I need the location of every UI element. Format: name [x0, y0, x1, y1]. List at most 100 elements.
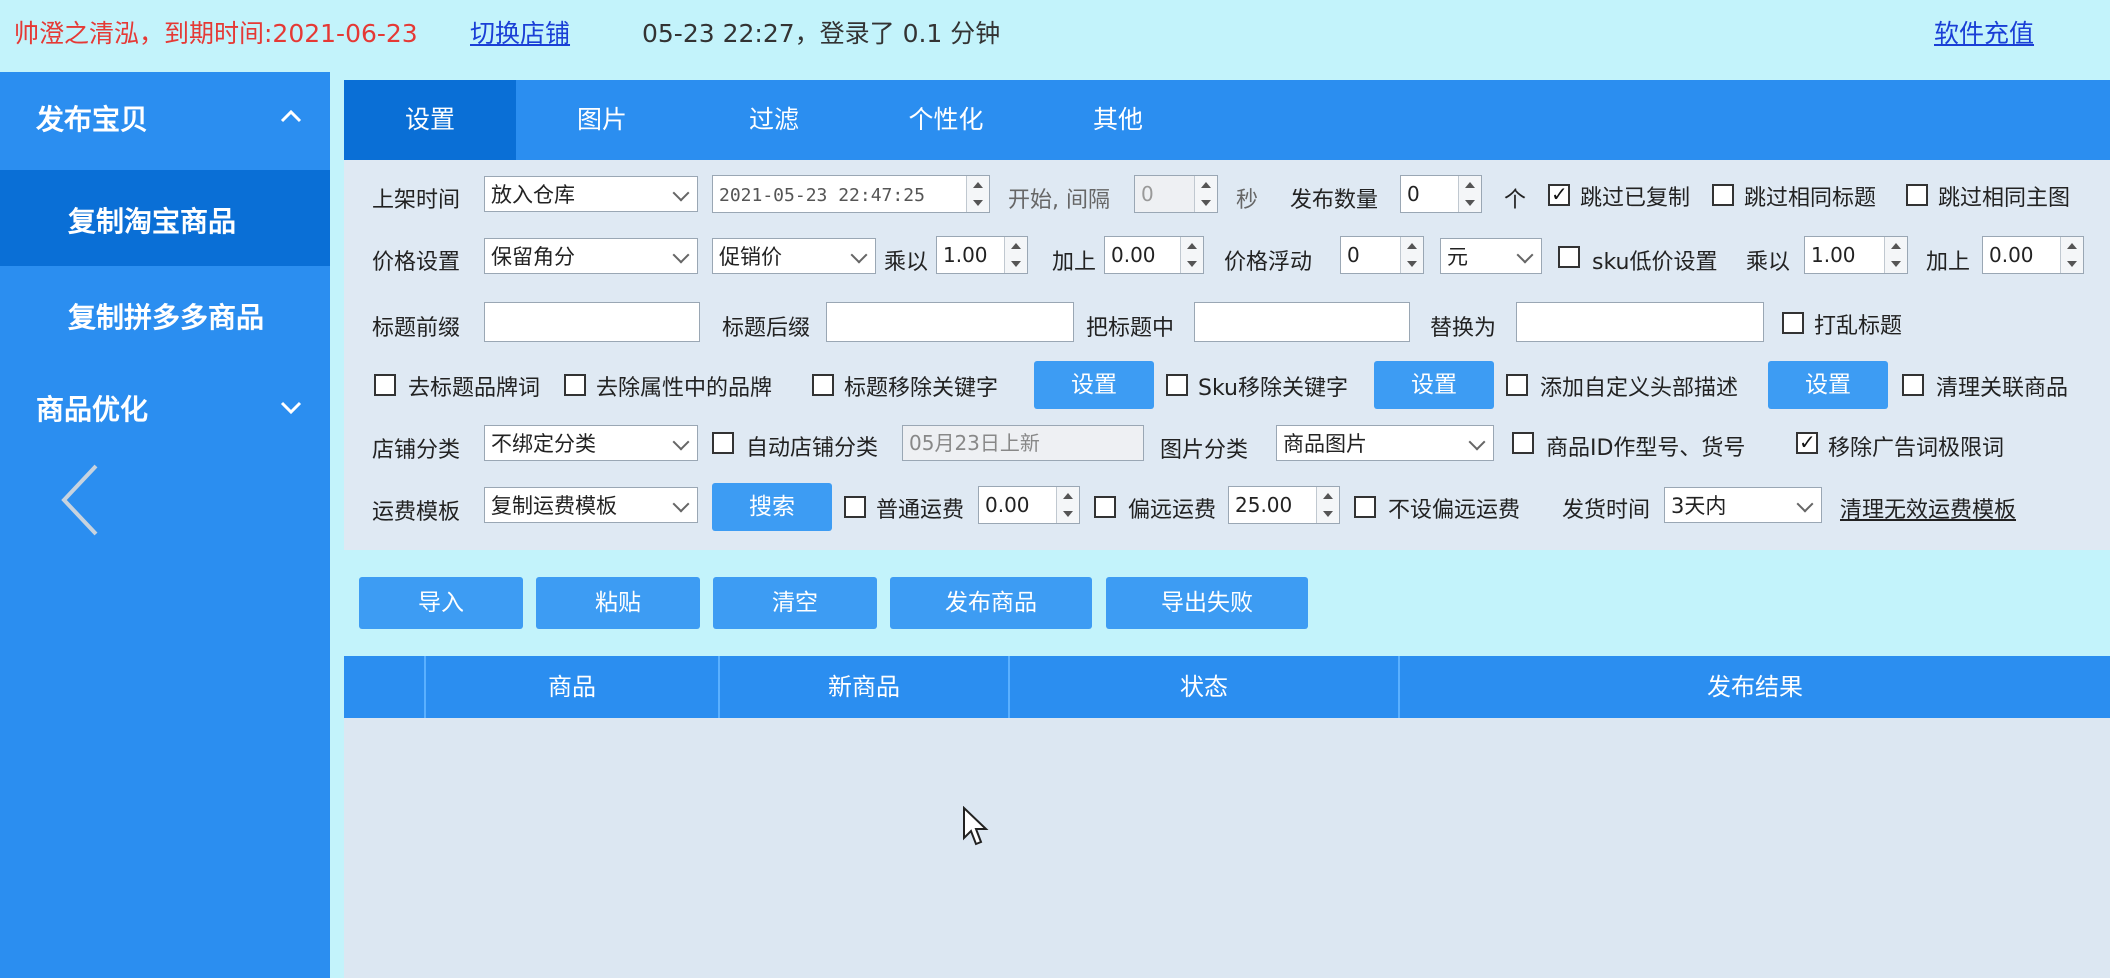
float-unit-select[interactable]: 元 [1440, 238, 1542, 274]
remote-shipping-checkbox[interactable] [1094, 496, 1116, 518]
price-float-value: 0 [1347, 243, 1360, 267]
sidebar-item-label: 复制拼多多商品 [68, 301, 265, 334]
skip-same-main-image-checkbox[interactable] [1906, 184, 1928, 206]
title-keywords-settings-button[interactable]: 设置 [1034, 361, 1154, 409]
auto-shop-category-checkbox[interactable] [712, 432, 734, 454]
chevron-up-icon [280, 109, 302, 123]
multiply2-value: 1.00 [1811, 243, 1856, 267]
normal-shipping-checkbox[interactable] [844, 496, 866, 518]
sidebar-item-copy-pinduoduo[interactable]: 复制拼多多商品 [0, 266, 330, 362]
title-remove-keywords-label: 标题移除关键字 [844, 376, 999, 401]
add-label: 加上 [1052, 250, 1097, 275]
mouse-cursor-icon [963, 806, 989, 846]
listing-time-label: 上架时间 [372, 188, 461, 213]
multiply2-label: 乘以 [1746, 250, 1791, 275]
sidebar: 发布宝贝 复制淘宝商品 复制拼多多商品 商品优化 [0, 72, 330, 978]
clear-button[interactable]: 清空 [713, 577, 877, 629]
price-setting-select[interactable]: 保留角分 [484, 238, 698, 274]
skip-copied-label: 跳过已复制 [1580, 186, 1691, 211]
paste-button[interactable]: 粘贴 [536, 577, 700, 629]
price-float-input[interactable]: 0 [1340, 236, 1424, 274]
replace-in-title-input[interactable] [1194, 302, 1410, 342]
clear-related-checkbox[interactable] [1902, 374, 1924, 396]
add2-value: 0.00 [1989, 243, 2034, 267]
start-interval-label: 开始, 间隔 [1008, 188, 1110, 213]
table-header-result[interactable]: 发布结果 [1400, 656, 2110, 718]
remove-title-brand-label: 去标题品牌词 [408, 376, 541, 401]
shop-category-select[interactable]: 不绑定分类 [484, 425, 698, 461]
add-header-desc-checkbox[interactable] [1506, 374, 1528, 396]
shuffle-title-checkbox[interactable] [1782, 312, 1804, 334]
multiply2-input[interactable]: 1.00 [1804, 236, 1908, 274]
title-remove-keywords-checkbox[interactable] [812, 374, 834, 396]
tab-settings[interactable]: 设置 [344, 80, 516, 160]
multiply-input[interactable]: 1.00 [936, 236, 1028, 274]
title-suffix-input[interactable] [826, 302, 1074, 342]
price-setting-label: 价格设置 [372, 250, 461, 275]
remote-shipping-input[interactable]: 25.00 [1228, 486, 1340, 524]
unit-label: 个 [1504, 188, 1527, 213]
replace-with-label: 替换为 [1430, 316, 1497, 341]
normal-shipping-input[interactable]: 0.00 [978, 486, 1080, 524]
title-prefix-input[interactable] [484, 302, 700, 342]
ship-time-select[interactable]: 3天内 [1664, 487, 1822, 523]
prev-arrow-icon[interactable] [56, 460, 106, 540]
shipping-template-select[interactable]: 复制运费模板 [484, 487, 698, 523]
tab-other[interactable]: 其他 [1032, 80, 1204, 160]
remove-attr-brand-checkbox[interactable] [564, 374, 586, 396]
tab-images[interactable]: 图片 [516, 80, 688, 160]
sku-low-price-checkbox[interactable] [1558, 246, 1580, 268]
title-suffix-label: 标题后缀 [722, 316, 811, 341]
table-header-status[interactable]: 状态 [1010, 656, 1400, 718]
image-category-select[interactable]: 商品图片 [1276, 425, 1494, 461]
add-value: 0.00 [1111, 243, 1156, 267]
title-prefix-label: 标题前缀 [372, 316, 461, 341]
top-bar: 帅澄之清泓，到期时间:2021-06-23 切换店铺 05-23 22:27，登… [0, 0, 2110, 72]
sidebar-item-label: 复制淘宝商品 [68, 205, 237, 238]
table-header-new-product[interactable]: 新商品 [720, 656, 1010, 718]
replace-with-input[interactable] [1516, 302, 1764, 342]
skip-same-main-image-label: 跳过相同主图 [1938, 186, 2071, 211]
interval-input[interactable]: 0 [1134, 175, 1218, 213]
sidebar-item-copy-taobao[interactable]: 复制淘宝商品 [0, 170, 330, 266]
price-type-select[interactable]: 促销价 [712, 238, 876, 274]
tab-filter[interactable]: 过滤 [688, 80, 860, 160]
publish-count-input[interactable]: 0 [1400, 175, 1482, 213]
tab-bar: 设置 图片 过滤 个性化 其他 [344, 80, 2110, 160]
session-info: 05-23 22:27，登录了 0.1 分钟 [642, 19, 1001, 48]
table-header-product[interactable]: 商品 [426, 656, 720, 718]
remote-shipping-value: 25.00 [1235, 493, 1293, 517]
datetime-picker[interactable]: 2021-05-23 22:47:25 [712, 175, 990, 213]
normal-shipping-value: 0.00 [985, 493, 1030, 517]
sku-remove-keywords-checkbox[interactable] [1166, 374, 1188, 396]
recharge-link[interactable]: 软件充值 [1934, 14, 2034, 50]
table-header-select[interactable] [344, 656, 426, 718]
remove-ad-words-checkbox[interactable] [1796, 430, 1818, 454]
auto-category-input[interactable]: 05月23日上新 [902, 425, 1144, 461]
import-button[interactable]: 导入 [359, 577, 523, 629]
remove-ad-words-label: 移除广告词极限词 [1828, 436, 2005, 461]
sidebar-group-label: 发布宝贝 [36, 103, 149, 136]
header-desc-settings-button[interactable]: 设置 [1768, 361, 1888, 409]
switch-shop-link[interactable]: 切换店铺 [470, 14, 570, 50]
publish-count-label: 发布数量 [1290, 188, 1379, 213]
shuffle-title-label: 打乱标题 [1814, 314, 1903, 339]
add2-input[interactable]: 0.00 [1982, 236, 2084, 274]
export-failed-button[interactable]: 导出失败 [1106, 577, 1308, 629]
listing-time-select[interactable]: 放入仓库 [484, 176, 698, 212]
sidebar-group-optimize[interactable]: 商品优化 [0, 362, 330, 452]
product-id-checkbox[interactable] [1512, 432, 1534, 454]
replace-in-title-label: 把标题中 [1086, 316, 1175, 341]
sku-keywords-settings-button[interactable]: 设置 [1374, 361, 1494, 409]
interval-value: 0 [1141, 182, 1154, 206]
sidebar-group-publish[interactable]: 发布宝贝 [0, 72, 330, 162]
tab-personalize[interactable]: 个性化 [860, 80, 1032, 160]
skip-same-title-checkbox[interactable] [1712, 184, 1734, 206]
no-remote-shipping-checkbox[interactable] [1354, 496, 1376, 518]
skip-copied-checkbox[interactable] [1548, 182, 1570, 206]
clean-invalid-templates-link[interactable]: 清理无效运费模板 [1840, 492, 2016, 524]
remove-title-brand-checkbox[interactable] [374, 374, 396, 396]
add-input[interactable]: 0.00 [1104, 236, 1204, 274]
publish-button[interactable]: 发布商品 [890, 577, 1092, 629]
search-button[interactable]: 搜索 [712, 483, 832, 531]
